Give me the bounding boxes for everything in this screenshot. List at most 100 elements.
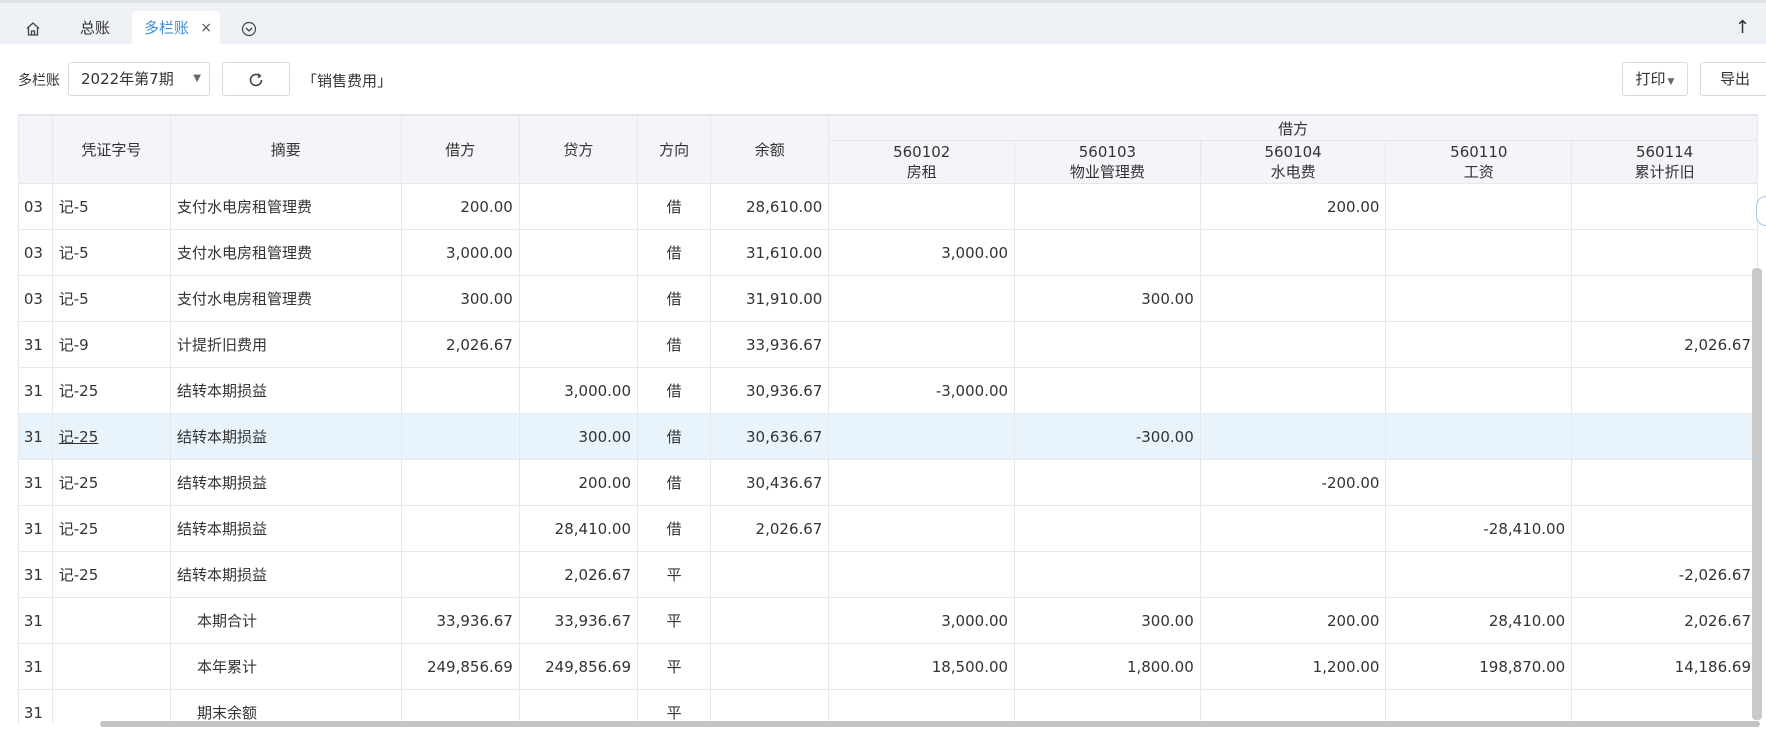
sub-4-cell (1385, 275, 1573, 322)
debit-cell: 3,000.00 (400, 229, 520, 276)
table-row[interactable]: 31 记-25 结转本期损益 2,026.67 平 -2,026.67 (18, 551, 1758, 598)
col-header-sub-2[interactable]: 560103 物业管理费 (1014, 140, 1201, 184)
date: 31 (18, 643, 53, 690)
col-header-credit[interactable]: 贷方 (518, 115, 639, 184)
close-icon[interactable]: × (200, 11, 212, 45)
col-header-voucher[interactable]: 凭证字号 (51, 115, 171, 184)
table-row[interactable]: 31 记-25 结转本期损益 200.00 借 30,436.67 -200.00 (18, 459, 1758, 506)
balance-cell: 2,026.67 (710, 505, 830, 552)
subject-label: 「销售费用」 (302, 72, 393, 90)
sub-1-cell (828, 413, 1016, 460)
sub-1-cell (828, 551, 1016, 598)
summary-cell: 结转本期损益 (169, 367, 402, 414)
table-body: 03 记-5 支付水电房租管理费 200.00 借 28,610.00 200.00 03 记-… (18, 183, 1758, 724)
voucher-cell[interactable]: 记-25 (51, 413, 171, 460)
credit-cell: 200.00 (518, 459, 639, 506)
sub-2-cell: 1,800.00 (1014, 643, 1201, 690)
voucher-cell[interactable]: 记-25 (51, 367, 171, 414)
sub-5-cell (1571, 459, 1758, 506)
col-header-balance[interactable]: 余额 (710, 115, 830, 184)
col-header-direction[interactable]: 方向 (637, 115, 712, 184)
voucher-cell[interactable]: 记-25 (51, 505, 171, 552)
side-float-button[interactable] (1756, 196, 1766, 226)
refresh-button[interactable] (222, 62, 290, 96)
sub-2-cell: 300.00 (1014, 275, 1201, 322)
table-row[interactable]: 31 记-9 计提折旧费用 2,026.67 借 33,936.67 2,026.67 (18, 321, 1758, 368)
voucher-cell[interactable]: 记-25 (51, 551, 171, 598)
sub-3-cell: 200.00 (1199, 183, 1387, 230)
table-row[interactable]: 03 记-5 支付水电房租管理费 300.00 借 31,910.00 300.00 (18, 275, 1758, 322)
sub-code: 560102 (893, 143, 951, 161)
date: 31 (18, 505, 53, 552)
arrow-up-icon[interactable]: ↑ (1735, 17, 1750, 38)
sub-2-cell (1014, 367, 1201, 414)
direction-cell: 借 (637, 413, 712, 460)
debit-cell (400, 505, 520, 552)
sub-name: 水电费 (1270, 163, 1316, 181)
sub-3-cell (1199, 321, 1387, 368)
tab-home[interactable] (18, 11, 48, 47)
col-header-sub-4[interactable]: 560110 工资 (1385, 140, 1573, 184)
voucher-cell[interactable]: 记-9 (51, 321, 171, 368)
debit-cell (400, 689, 520, 724)
table-row[interactable]: 31 期末余额 平 (18, 689, 1758, 724)
print-label: 打印 (1635, 70, 1666, 88)
export-button[interactable]: 导出 (1700, 62, 1766, 96)
balance-cell: 30,936.67 (710, 367, 830, 414)
ledger-table: 凭证字号 摘要 借方 贷方 方向 余额 借方 560102 房租 560103 物业… (18, 114, 1758, 724)
voucher-cell[interactable]: 记-5 (51, 183, 171, 230)
col-header-sub-1[interactable]: 560102 房租 (828, 140, 1016, 184)
sub-4-cell (1385, 367, 1573, 414)
tab-general-ledger[interactable]: 总账 (80, 11, 110, 47)
sub-5-cell (1571, 229, 1758, 276)
sub-2-cell: 300.00 (1014, 597, 1201, 644)
direction-cell: 平 (637, 643, 712, 690)
table-row[interactable]: 31 记-25 结转本期损益 28,410.00 借 2,026.67 -28,410.00 (18, 505, 1758, 552)
col-header-sub-5[interactable]: 560114 累计折旧 (1571, 140, 1758, 184)
vertical-scrollbar[interactable] (1752, 268, 1762, 720)
sub-4-cell (1385, 229, 1573, 276)
debit-cell: 249,856.69 (400, 643, 520, 690)
sub-4-cell (1385, 321, 1573, 368)
sub-2-cell: -300.00 (1014, 413, 1201, 460)
table-row[interactable]: 31 记-25 结转本期损益 3,000.00 借 30,936.67 -3,000.00 (18, 367, 1758, 414)
balance-cell: 28,610.00 (710, 183, 830, 230)
sub-2-cell (1014, 459, 1201, 506)
voucher-cell[interactable]: 记-5 (51, 275, 171, 322)
table-row[interactable]: 31 记-25 结转本期损益 300.00 借 30,636.67 -300.00 (18, 413, 1758, 460)
col-header-sub-3[interactable]: 560104 水电费 (1199, 140, 1387, 184)
voucher-cell (51, 597, 171, 644)
sub-3-cell (1199, 413, 1387, 460)
debit-cell (400, 413, 520, 460)
col-header-debit[interactable]: 借方 (400, 115, 520, 184)
balance-cell (710, 551, 830, 598)
table-row[interactable]: 31 本期合计 33,936.67 33,936.67 平 3,000.00 300.00 2… (18, 597, 1758, 644)
col-header-summary[interactable]: 摘要 (169, 115, 402, 184)
sub-4-cell (1385, 183, 1573, 230)
sub-2-cell (1014, 551, 1201, 598)
print-button[interactable]: 打印 ▼ (1622, 62, 1688, 96)
voucher-link[interactable]: 记-25 (59, 428, 99, 446)
table-row[interactable]: 31 本年累计 249,856.69 249,856.69 平 18,500.00 1,80… (18, 643, 1758, 690)
credit-cell: 3,000.00 (518, 367, 639, 414)
table-row[interactable]: 03 记-5 支付水电房租管理费 3,000.00 借 31,610.00 3,000.00 (18, 229, 1758, 276)
home-icon (25, 19, 41, 37)
voucher-cell[interactable]: 记-25 (51, 459, 171, 506)
col-group-header-debit: 借方 (828, 115, 1758, 141)
voucher-cell[interactable]: 记-5 (51, 229, 171, 276)
direction-cell: 借 (637, 183, 712, 230)
debit-cell: 33,936.67 (400, 597, 520, 644)
sub-code: 560114 (1635, 143, 1694, 161)
table-row[interactable]: 03 记-5 支付水电房租管理费 200.00 借 28,610.00 200.00 (18, 183, 1758, 230)
sub-4-cell: 28,410.00 (1385, 597, 1573, 644)
sub-5-cell (1571, 275, 1758, 322)
sub-3-cell (1199, 505, 1387, 552)
horizontal-scrollbar[interactable] (100, 721, 1760, 727)
date: 31 (18, 689, 53, 724)
tab-multi-column-ledger[interactable]: 多栏账 × (132, 11, 220, 47)
tab-more-button[interactable] (236, 11, 262, 47)
period-select[interactable]: 2022年第7期 ▼ (68, 62, 210, 96)
credit-cell (518, 229, 639, 276)
summary-cell: 支付水电房租管理费 (169, 275, 402, 322)
date: 31 (18, 413, 53, 460)
